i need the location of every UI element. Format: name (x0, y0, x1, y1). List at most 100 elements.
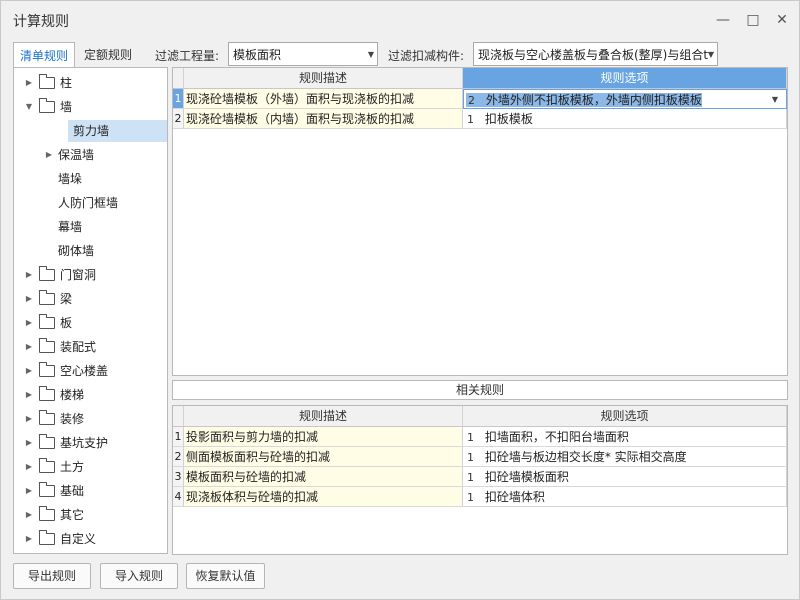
folder-icon (39, 314, 55, 329)
expand-arrow-icon[interactable]: ▶ (44, 144, 54, 166)
related-rules-grid: 规则描述 规则选项 1 投影面积与剪力墙的扣减 1 扣墙面积，不扣阳台墙面积 2… (172, 405, 788, 555)
grid-corner (173, 68, 184, 89)
title-bar: 计算规则 — □ ✕ (1, 1, 799, 39)
chevron-down-icon[interactable]: ▼ (772, 90, 778, 108)
tree-item-label: 保温墙 (58, 148, 95, 162)
tree-item-door-window-opening[interactable]: ▶ 门窗洞 (14, 264, 167, 286)
tree-item-label: 柱 (60, 76, 73, 90)
tree-item-column[interactable]: ▶ 柱 (14, 72, 167, 94)
expand-arrow-icon[interactable]: ▶ (24, 408, 34, 430)
related-desc-cell[interactable]: 模板面积与砼墙的扣减 (184, 467, 463, 487)
expand-arrow-icon[interactable]: ▶ (24, 336, 34, 358)
expand-arrow-icon[interactable]: ▶ (24, 72, 34, 94)
minimize-icon[interactable]: — (713, 10, 733, 30)
related-option-cell[interactable]: 1 扣砼墙模板面积 (463, 467, 787, 487)
related-rules-title: 相关规则 (172, 380, 788, 400)
tree-item-label: 空心楼盖 (60, 364, 109, 378)
filter-component-select[interactable]: 现浇板与空心楼盖板与叠合板(整厚)与组合t ▼ (473, 42, 718, 66)
row-number[interactable]: 1 (173, 89, 184, 109)
option-text: 扣板模板 (484, 112, 533, 126)
tree-item-hollow-floor[interactable]: ▶ 空心楼盖 (14, 360, 167, 382)
folder-icon (39, 458, 55, 473)
option-text: 扣墙面积，不扣阳台墙面积 (484, 430, 629, 444)
option-number: 1 (467, 431, 474, 444)
expand-arrow-icon[interactable]: ▶ (24, 288, 34, 310)
tree-item-foundation[interactable]: ▶ 基础 (14, 480, 167, 502)
option-number: 2 (468, 94, 475, 107)
folder-icon (39, 482, 55, 497)
rule-desc-cell[interactable]: 现浇砼墙模板（内墙）面积与现浇板的扣减 (184, 109, 463, 129)
tree-item-beam[interactable]: ▶ 梁 (14, 288, 167, 310)
close-icon[interactable]: ✕ (772, 10, 792, 30)
related-option-cell[interactable]: 1 扣砼墙与板边相交长度* 实际相交高度 (463, 447, 787, 467)
row-number[interactable]: 4 (173, 487, 184, 507)
collapse-arrow-icon[interactable]: ▼ (24, 96, 34, 118)
expand-arrow-icon[interactable]: ▶ (24, 432, 34, 454)
option-text: 扣砼墙模板面积 (484, 470, 569, 484)
rule-desc-header[interactable]: 规则描述 (184, 68, 463, 89)
tree-item-prefabricated[interactable]: ▶ 装配式 (14, 336, 167, 358)
tree-item-excavation-support[interactable]: ▶ 基坑支护 (14, 432, 167, 454)
row-number[interactable]: 2 (173, 109, 184, 129)
tree-item-stairs[interactable]: ▶ 楼梯 (14, 384, 167, 406)
tree-item-insulation-wall[interactable]: ▶ 保温墙 (14, 144, 167, 166)
tree-item-civil-defense-door-wall[interactable]: 人防门框墙 (14, 192, 167, 214)
option-number: 1 (467, 491, 474, 504)
related-desc-header[interactable]: 规则描述 (184, 406, 463, 427)
expand-arrow-icon[interactable]: ▶ (24, 480, 34, 502)
tree-item-shear-wall[interactable]: 剪力墙 (14, 120, 167, 142)
tree-item-label: 装修 (60, 412, 85, 426)
expand-arrow-icon[interactable]: ▶ (24, 360, 34, 382)
related-option-header[interactable]: 规则选项 (463, 406, 787, 427)
tree-item-wall[interactable]: ▼ 墙 (14, 96, 167, 118)
tree-item-label: 砌体墙 (58, 244, 95, 258)
rule-option-cell[interactable]: 1 扣板模板 (463, 109, 787, 129)
option-text: 扣砼墙体积 (484, 490, 545, 504)
tree-item-earthwork[interactable]: ▶ 土方 (14, 456, 167, 478)
folder-icon (39, 410, 55, 425)
related-desc-cell[interactable]: 侧面模板面积与砼墙的扣减 (184, 447, 463, 467)
tabs-filter-row: 清单规则 定额规则 过滤工程量: 模板面积 ▼ 过滤扣减构件: 现浇板与空心楼盖… (1, 41, 799, 69)
chevron-down-icon: ▼ (707, 50, 714, 59)
tree-item-slab[interactable]: ▶ 板 (14, 312, 167, 334)
expand-arrow-icon[interactable]: ▶ (24, 528, 34, 550)
expand-arrow-icon[interactable]: ▶ (24, 456, 34, 478)
filter-component-value: 现浇板与空心楼盖板与叠合板(整厚)与组合t (478, 48, 709, 62)
tree-item-label: 装配式 (60, 340, 97, 354)
rule-desc-cell[interactable]: 现浇砼墙模板（外墙）面积与现浇板的扣减 (184, 89, 463, 109)
maximize-icon[interactable]: □ (743, 10, 763, 30)
calc-rules-window: 计算规则 — □ ✕ 清单规则 定额规则 过滤工程量: 模板面积 ▼ 过滤扣减构… (0, 0, 800, 600)
option-number: 1 (467, 451, 474, 464)
related-option-cell[interactable]: 1 扣砼墙体积 (463, 487, 787, 507)
rule-option-header[interactable]: 规则选项 (463, 68, 787, 89)
expand-arrow-icon[interactable]: ▶ (24, 504, 34, 526)
related-option-cell[interactable]: 1 扣墙面积，不扣阳台墙面积 (463, 427, 787, 447)
tree-item-custom[interactable]: ▶ 自定义 (14, 528, 167, 550)
option-number: 1 (467, 113, 474, 126)
rule-option-dropdown[interactable]: 2 外墙外侧不扣板模板，外墙内侧扣板模板 ▼ (463, 89, 787, 109)
folder-icon (39, 290, 55, 305)
expand-arrow-icon[interactable]: ▶ (24, 264, 34, 286)
tree-item-label: 自定义 (60, 532, 97, 546)
row-number[interactable]: 3 (173, 467, 184, 487)
tree-item-masonry-wall[interactable]: 砌体墙 (14, 240, 167, 262)
related-desc-cell[interactable]: 现浇板体积与砼墙的扣减 (184, 487, 463, 507)
export-rules-button[interactable]: 导出规则 (13, 563, 91, 589)
tree-item-label: 楼梯 (60, 388, 85, 402)
tab-quota-rules[interactable]: 定额规则 (78, 42, 138, 68)
related-desc-cell[interactable]: 投影面积与剪力墙的扣减 (184, 427, 463, 447)
expand-arrow-icon[interactable]: ▶ (24, 312, 34, 334)
tree-item-decoration[interactable]: ▶ 装修 (14, 408, 167, 430)
expand-arrow-icon[interactable]: ▶ (24, 384, 34, 406)
row-number[interactable]: 2 (173, 447, 184, 467)
tree-item-other[interactable]: ▶ 其它 (14, 504, 167, 526)
tree-item-label: 其它 (60, 508, 85, 522)
row-number[interactable]: 1 (173, 427, 184, 447)
filter-quantity-select[interactable]: 模板面积 ▼ (228, 42, 378, 66)
tab-list-rules[interactable]: 清单规则 (13, 42, 76, 69)
tree-item-curtain-wall[interactable]: 幕墙 (14, 216, 167, 238)
import-rules-button[interactable]: 导入规则 (100, 563, 178, 589)
folder-icon (39, 74, 55, 89)
tree-item-wall-pier[interactable]: 墙垛 (14, 168, 167, 190)
restore-defaults-button[interactable]: 恢复默认值 (186, 563, 265, 589)
